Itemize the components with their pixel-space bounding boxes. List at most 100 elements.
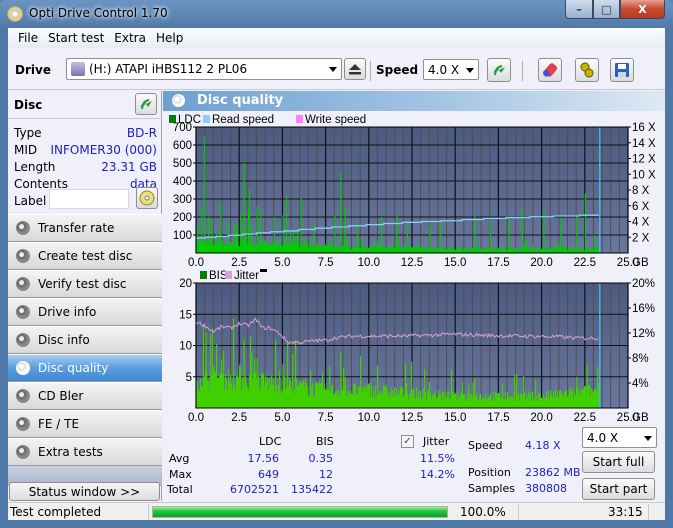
refresh-button[interactable] [487, 58, 511, 82]
nav-disc-info[interactable]: Disc info [8, 326, 162, 354]
maximize-button[interactable]: □ [593, 0, 620, 19]
save-button[interactable] [610, 58, 634, 82]
speed-value: 4.18 X [525, 439, 561, 452]
progress-percent: 100.0% [460, 505, 506, 519]
data-bar-spike [474, 215, 476, 253]
y-left-tick-label: 400 [173, 176, 192, 188]
data-bar-spike [508, 217, 510, 253]
status-separator [518, 504, 519, 520]
x-tick-label: 7.5 [318, 257, 334, 269]
disc-refresh-button[interactable] [135, 93, 157, 115]
erase-button[interactable] [538, 58, 562, 82]
menu-file[interactable]: File [13, 31, 43, 45]
legend-marker [260, 269, 267, 272]
x-tick-label: 5.0 [274, 257, 290, 269]
data-bar-spike [344, 376, 346, 408]
data-bar-spike [234, 224, 236, 253]
start-part-button[interactable]: Start part [582, 478, 655, 500]
transfer-rate-icon [16, 221, 30, 235]
nav-extra-tests[interactable]: Extra tests [8, 438, 162, 466]
charts-area: LDC Read speed Write speed 1002003004005… [169, 114, 656, 424]
drive-select[interactable]: (H:) ATAPI iHBS112 2 PL06 [66, 58, 342, 80]
menu-start-test[interactable]: Start test [43, 31, 109, 45]
title-bar[interactable]: Opti Drive Control 1.70 – □ X [0, 0, 673, 27]
stats-avg-label: Avg [169, 452, 190, 465]
y-right-tick-label: 12% [632, 328, 655, 340]
x-tick-label: 0.0 [188, 257, 204, 269]
test-speed-select[interactable]: 4.0 X [582, 427, 657, 448]
x-tick-label: 15.0 [444, 412, 466, 424]
close-button[interactable]: X [620, 0, 665, 19]
y-right-tick-label: 16% [632, 303, 655, 315]
nav-disc-quality[interactable]: Disc quality [8, 354, 162, 382]
legend-jitter-swatch [225, 271, 232, 279]
data-bar-spike [285, 195, 288, 253]
data-bar-spike [313, 222, 315, 253]
legend-read-speed: Read speed [212, 114, 274, 126]
data-bar-spike [196, 226, 199, 253]
disc-label-button[interactable] [136, 187, 158, 209]
y-right-tick-label: 8% [632, 353, 649, 365]
nav-transfer-rate[interactable]: Transfer rate [8, 214, 162, 242]
menu-extra[interactable]: Extra [109, 31, 151, 45]
x-tick-label: 2.5 [231, 412, 247, 424]
nav-fe-te[interactable]: FE / TE [8, 410, 162, 438]
minimize-button[interactable]: – [565, 0, 593, 19]
stats-avg-ldc: 17.56 [247, 452, 280, 465]
left-panel: Disc Type BD-R MID INFOMER30 (000) Lengt… [8, 91, 162, 501]
nav-create-test-disc[interactable]: Create test disc [8, 242, 162, 270]
toolbar: Drive (H:) ATAPI iHBS112 2 PL06 Speed 4.… [8, 48, 665, 90]
stats-max-label: Max [169, 468, 192, 481]
stats-header-ldc: LDC [259, 435, 282, 448]
status-window-button[interactable]: Status window >> [9, 482, 160, 501]
nav-label: Disc info [38, 333, 90, 347]
eject-button[interactable] [344, 58, 366, 80]
data-bar-spike [205, 333, 207, 408]
data-bar-spike [201, 207, 203, 253]
data-bar-spike [406, 220, 409, 253]
data-bar-spike [560, 217, 562, 253]
position-value: 23862 MB [525, 466, 581, 479]
data-bar-spike [256, 206, 258, 253]
nav-cd-bler[interactable]: CD Bler [8, 382, 162, 410]
data-bar-spike [256, 358, 258, 408]
window-title: Opti Drive Control 1.70 [29, 6, 168, 20]
disc-label-input[interactable] [49, 189, 129, 209]
data-bar-spike [340, 172, 342, 253]
x-tick-label: 22.5 [574, 257, 596, 269]
drive-label: Drive [15, 63, 51, 77]
disc-header: Disc [8, 91, 162, 119]
y-left-tick-label: 100 [173, 230, 192, 242]
cd-bler-icon [16, 389, 30, 403]
disc-type-row: Type BD-R [14, 126, 157, 140]
y-left-tick-label: 5 [186, 372, 192, 384]
data-bar-spike [586, 364, 588, 408]
toolbar-separator [370, 61, 371, 81]
y-right-tick-label: 16 X [632, 122, 656, 134]
status-bar: Test completed 100.0% 33:15 [8, 502, 665, 520]
data-bar-spike [340, 351, 342, 408]
x-tick-label: 17.5 [487, 412, 509, 424]
speed-select[interactable]: 4.0 X [423, 59, 479, 80]
legend-write-speed: Write speed [305, 114, 366, 126]
data-bar-spike [209, 370, 212, 408]
legend-jitter: Jitter [234, 270, 259, 282]
x-tick-label: 20.0 [530, 412, 552, 424]
data-bar-spike [515, 383, 517, 408]
status-separator [648, 504, 649, 520]
toolbar-separator [522, 61, 523, 81]
nav-verify-test-disc[interactable]: Verify test disc [8, 270, 162, 298]
nav-label: FE / TE [38, 417, 80, 431]
jitter-checkbox[interactable]: ✓ [401, 435, 414, 448]
disc-info-icon [16, 333, 30, 347]
y-right-tick-label: 6 X [632, 201, 650, 213]
data-bar-spike [220, 202, 222, 253]
menu-help[interactable]: Help [151, 31, 188, 45]
nav-drive-info[interactable]: Drive info [8, 298, 162, 326]
data-bar-spike [576, 214, 578, 253]
chevron-down-icon [466, 68, 474, 73]
speed-select-value: 4.0 X [428, 62, 460, 77]
settings-button[interactable] [575, 58, 599, 82]
start-full-button[interactable]: Start full [582, 451, 655, 473]
y-left-tick-label: 500 [173, 158, 192, 170]
